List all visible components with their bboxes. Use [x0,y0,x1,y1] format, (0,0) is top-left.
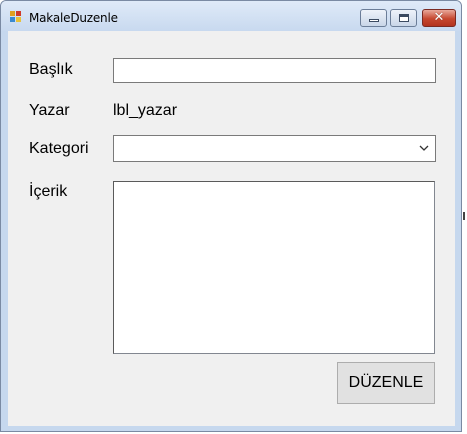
chevron-down-icon [419,145,429,151]
close-button[interactable]: ✕ [422,9,456,27]
kategori-select[interactable] [113,135,436,162]
duzenle-button[interactable]: DÜZENLE [337,362,435,404]
maximize-icon [399,14,409,22]
mouse-cursor [463,212,465,220]
title-bar[interactable]: MakaleDuzenle ✕ [1,1,461,31]
window: MakaleDuzenle ✕ Başlık Yazar lbl_yazar K… [0,0,462,432]
yazar-label: Yazar [29,102,70,119]
close-icon: ✕ [433,10,445,25]
baslik-label: Başlık [29,61,73,78]
window-title: MakaleDuzenle [29,11,118,25]
maximize-button[interactable] [390,9,417,27]
kategori-label: Kategori [29,140,89,157]
baslik-input[interactable] [113,58,436,83]
yazar-value: lbl_yazar [113,102,178,119]
minimize-button[interactable] [360,9,387,27]
app-icon[interactable] [10,11,22,22]
form-client-area: Başlık Yazar lbl_yazar Kategori İçerik D… [8,31,455,426]
minimize-icon [369,19,379,22]
icerik-textarea[interactable] [113,181,435,354]
icerik-label: İçerik [29,183,68,200]
